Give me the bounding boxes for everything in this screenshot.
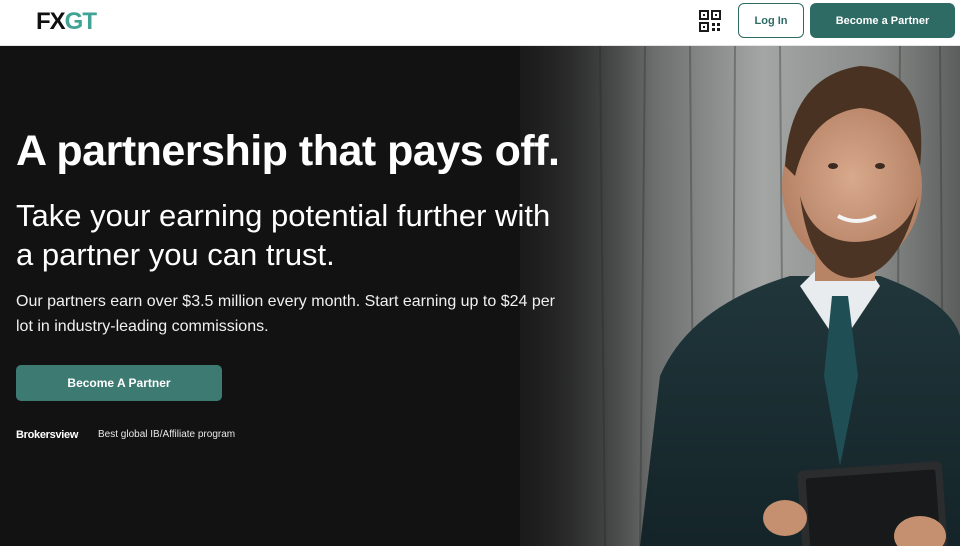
hero-description: Our partners earn over $3.5 million ever… (16, 293, 555, 335)
hero-subtitle: Take your earning potential further with… (16, 198, 551, 272)
hero-title: A partnership that pays off. (16, 127, 560, 175)
become-partner-hero-button[interactable]: Become A Partner (16, 365, 222, 401)
become-partner-header-button[interactable]: Become a Partner (810, 3, 955, 38)
hero-section: A partnership that pays off. Take your e… (0, 46, 960, 546)
logo-fx: FX (36, 8, 66, 35)
login-button[interactable]: Log In (738, 3, 804, 38)
fxgt-logo[interactable]: FX GT (36, 8, 97, 35)
brokersview-logo: Brokersview (16, 429, 79, 441)
qr-code-icon[interactable] (699, 10, 721, 32)
logo-gt: GT (64, 8, 97, 35)
award-text: Best global IB/Affiliate program (98, 429, 236, 440)
top-navbar: FX GT Log In Become a Partner (0, 0, 960, 46)
